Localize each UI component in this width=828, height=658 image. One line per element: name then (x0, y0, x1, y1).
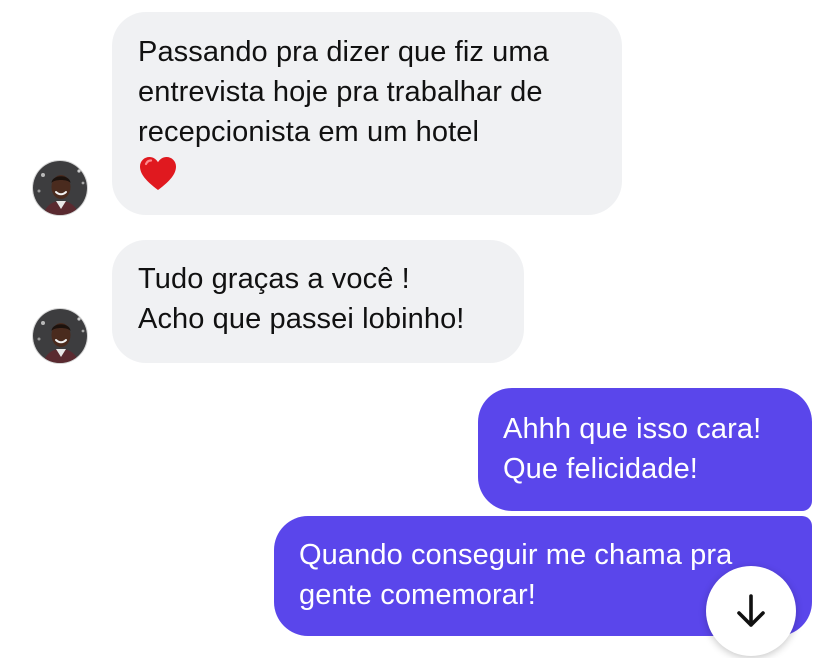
arrow-down-icon (737, 594, 765, 627)
message-text-line: entrevista hoje pra trabalhar de (138, 76, 543, 108)
message-text-line: recepcionista em um hotel (138, 116, 479, 148)
message-text-line: Tudo graças a você ! (138, 263, 410, 295)
message-text-line: Passando pra dizer que fiz uma (138, 36, 549, 68)
outgoing-message-bubble[interactable]: Ahhh que isso cara! Que felicidade! (478, 388, 812, 511)
incoming-message-bubble[interactable]: Tudo graças a você ! Acho que passei lob… (112, 240, 524, 363)
message-text-line: Quando conseguir me chama pra (299, 539, 733, 571)
message-text-line: Que felicidade! (503, 453, 698, 485)
chat-thread[interactable]: Passando pra dizer que fiz uma entrevist… (0, 0, 828, 658)
avatar-photo-icon (33, 309, 87, 363)
avatar[interactable] (32, 160, 88, 216)
incoming-message-bubble[interactable]: Passando pra dizer que fiz uma entrevist… (112, 12, 622, 215)
scroll-to-bottom-button[interactable] (706, 566, 796, 656)
message-text-line: Ahhh que isso cara! (503, 413, 762, 445)
avatar-photo-icon (33, 161, 87, 215)
message-text-line: Acho que passei lobinho! (138, 303, 465, 335)
heart-icon (140, 157, 176, 190)
avatar[interactable] (32, 308, 88, 364)
